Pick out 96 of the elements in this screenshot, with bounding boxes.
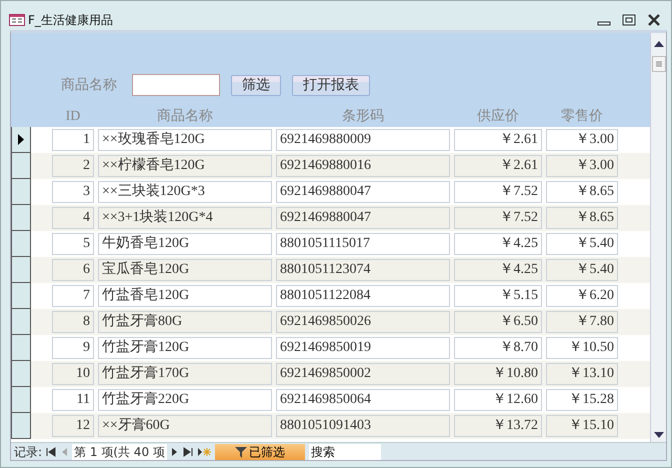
record-selector[interactable] [11, 413, 31, 439]
record-selector[interactable] [11, 153, 31, 179]
table-cell: 5 [52, 233, 94, 255]
table-cell: ￥2.61 [454, 155, 542, 177]
record-selector[interactable] [11, 335, 31, 361]
table-cell: 1 [52, 129, 94, 151]
record-selector[interactable] [11, 205, 31, 231]
record-selector[interactable] [11, 309, 31, 335]
column-header: 供应价 [476, 107, 520, 126]
table-cell: 6921469880009 [276, 129, 450, 151]
table-cell: ￥3.00 [546, 129, 618, 151]
table-cell: ￥10.50 [546, 337, 618, 359]
table-cell: 9 [52, 337, 94, 359]
table-cell: 6921469880016 [276, 155, 450, 177]
filter-button[interactable]: 筛选 [231, 74, 281, 96]
table-cell: ￥5.15 [454, 285, 542, 307]
table-cell: ￥8.65 [546, 207, 618, 229]
table-cell: ￥8.65 [546, 181, 618, 203]
table-cell: 4 [52, 207, 94, 229]
filter-label: 商品名称 [61, 76, 118, 94]
table-cell: ￥6.20 [546, 285, 618, 307]
table-cell: ￥2.61 [454, 129, 542, 151]
table-cell: ￥7.52 [454, 207, 542, 229]
table-cell: ￥4.25 [454, 233, 542, 255]
record-label: 记录: [14, 444, 42, 461]
table-cell: 8801051091403 [276, 415, 450, 437]
table-cell: 竹盐牙膏170G [98, 363, 272, 385]
window-title: F_生活健康用品 [28, 12, 114, 28]
table-cell: 12 [52, 415, 94, 437]
record-position: 第 1 项(共 40 项 [72, 444, 167, 460]
filter-toggle[interactable]: 已筛选 [214, 444, 305, 460]
search-field[interactable]: 搜索 [308, 444, 381, 460]
table-cell: ￥7.52 [454, 181, 542, 203]
table-cell: ￥15.10 [546, 415, 618, 437]
table-cell: 竹盐牙膏220G [98, 389, 272, 411]
table-cell: 6921469850002 [276, 363, 450, 385]
table-cell: 6 [52, 259, 94, 281]
table-cell: ￥8.70 [454, 337, 542, 359]
first-record-icon[interactable] [46, 447, 56, 457]
current-record-icon [18, 134, 24, 145]
column-header: 零售价 [560, 108, 604, 126]
table-cell: ￥10.80 [454, 363, 542, 385]
table-cell: ××玫瑰香皂120G [98, 129, 272, 151]
table-cell: 6921469850064 [276, 389, 450, 411]
next-record-icon[interactable] [170, 447, 179, 457]
table-cell: ￥5.40 [546, 259, 618, 281]
table-cell: ××柠檬香皂120G [98, 155, 272, 177]
filter-input[interactable] [132, 74, 220, 96]
table-cell: 竹盐牙膏80G [98, 311, 272, 333]
table-cell: ￥13.72 [454, 415, 542, 437]
column-header: 商品名称 [156, 107, 214, 126]
last-record-icon[interactable] [182, 447, 193, 457]
record-selector[interactable] [11, 361, 31, 387]
table-cell: 2 [52, 155, 94, 177]
table-cell: 8 [52, 311, 94, 333]
table-cell: 竹盐香皂120G [98, 285, 272, 307]
table-cell: 8801051122084 [276, 285, 450, 307]
table-cell: ￥7.80 [546, 311, 618, 333]
maximize-icon[interactable] [622, 14, 636, 26]
record-selector[interactable] [11, 231, 31, 257]
new-record-icon[interactable] [196, 447, 211, 457]
table-cell: ￥3.00 [546, 155, 618, 177]
table-cell: 7 [52, 285, 94, 307]
table-cell: ××三块装120G*3 [98, 181, 272, 203]
record-selector[interactable] [11, 283, 31, 309]
record-selector[interactable] [11, 179, 31, 205]
table-cell: 8801051123074 [276, 259, 450, 281]
table-cell: ￥15.28 [546, 389, 618, 411]
table-cell: ××牙膏60G [98, 415, 272, 437]
table-cell: 10 [52, 363, 94, 385]
scroll-thumb[interactable] [651, 56, 667, 72]
table-cell: 竹盐牙膏120G [98, 337, 272, 359]
table-cell: 6921469850019 [276, 337, 450, 359]
table-cell: 6921469880047 [276, 181, 450, 203]
table-cell: ￥4.25 [454, 259, 542, 281]
record-selector[interactable] [11, 127, 31, 153]
record-selector[interactable] [11, 257, 31, 283]
filter-button[interactable]: 打开报表 [292, 74, 370, 96]
table-cell: 牛奶香皂120G [98, 233, 272, 255]
table-cell: ￥13.10 [546, 363, 618, 385]
table-cell: ￥6.50 [454, 311, 542, 333]
table-cell: 6921469850026 [276, 311, 450, 333]
record-selector[interactable] [11, 387, 31, 413]
table-cell: 6921469880047 [276, 207, 450, 229]
form-icon [9, 14, 25, 26]
funnel-icon [234, 446, 247, 458]
table-cell: 11 [52, 389, 94, 411]
table-cell: ￥12.60 [454, 389, 542, 411]
table-cell: 宝瓜香皂120G [98, 259, 272, 281]
column-header: 条形码 [341, 108, 385, 126]
table-cell: ××3+1块装120G*4 [98, 207, 272, 229]
column-header: ID [64, 108, 82, 126]
table-cell: ￥5.40 [546, 233, 618, 255]
table-cell: 3 [52, 181, 94, 203]
close-icon[interactable] [647, 14, 661, 26]
table-cell: 8801051115017 [276, 233, 450, 255]
